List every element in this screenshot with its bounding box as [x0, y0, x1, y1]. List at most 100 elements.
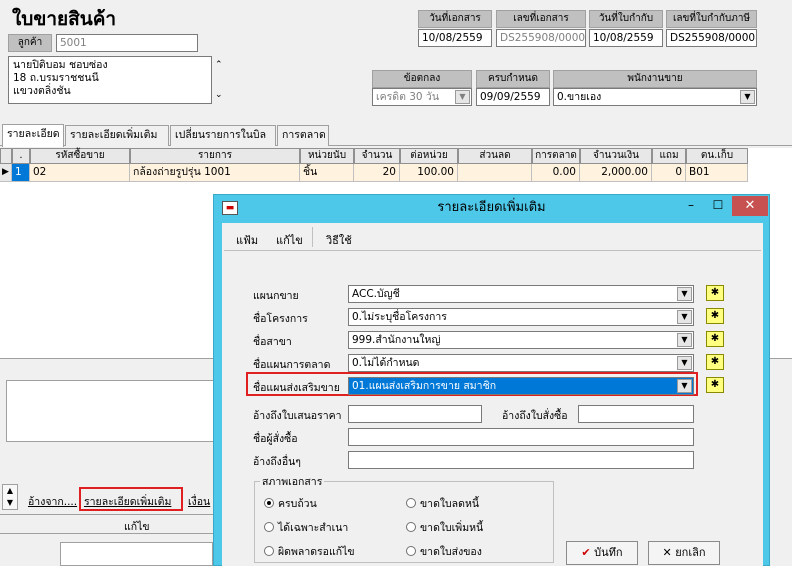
- customer-label: ลูกค้า: [8, 34, 52, 52]
- po-ref-field[interactable]: [578, 405, 694, 423]
- bottom-panel: [60, 542, 213, 566]
- minimize-icon[interactable]: –: [678, 197, 704, 215]
- project-select[interactable]: 0.ไม่ระบุชื่อโครงการ ▼: [348, 308, 694, 326]
- status-missing-credit-note-radio[interactable]: ขาดใบลดหนี้: [406, 495, 479, 512]
- lookup-icon[interactable]: ✱: [706, 331, 724, 347]
- status-missing-debit-note-radio[interactable]: ขาดใบเพิ่มหนี้: [406, 519, 483, 536]
- grid-cell-price[interactable]: 100.00: [400, 164, 458, 182]
- lookup-icon[interactable]: ✱: [706, 308, 724, 324]
- radio-dot: [264, 546, 274, 556]
- status-group-label: สภาพเอกสาร: [260, 473, 325, 490]
- salesman-select[interactable]: 0.ขายเอง ▼: [553, 88, 757, 106]
- address-box[interactable]: นายปิติบอม ชอบซ่อง 18 ถ.บรมราชชนนี แขวงต…: [8, 56, 212, 104]
- grid-header-amount: จำนวนเงิน: [580, 148, 652, 164]
- lookup-icon[interactable]: ✱: [706, 377, 724, 393]
- status-complete-radio[interactable]: ครบถ้วน: [264, 495, 317, 512]
- reference-link[interactable]: อ้างจาก....: [28, 493, 77, 510]
- tab-bar: รายละเอียด รายละเอียดเพิ่มเติม เปลี่ยนรา…: [0, 124, 792, 147]
- lookup-icon[interactable]: ✱: [706, 354, 724, 370]
- grid-header-item: รายการ: [130, 148, 300, 164]
- tax-invoice-field[interactable]: DS255908/00008: [666, 29, 757, 47]
- marketing-plan-select[interactable]: 0.ไม่ได้กำหนด ▼: [348, 354, 694, 372]
- radio-label: ได้เฉพาะสำเนา: [278, 522, 349, 534]
- save-button[interactable]: ✔ บันทึก: [566, 541, 638, 565]
- grid-cell-discount[interactable]: [458, 164, 532, 182]
- chevron-down-icon[interactable]: ▼: [677, 379, 692, 393]
- menu-file[interactable]: แฟ้ม: [236, 231, 258, 249]
- chevron-down-icon[interactable]: ▼: [455, 90, 470, 104]
- promotion-plan-select[interactable]: 01.แผนส่งเสริมการขาย สมาชิก ▼: [348, 377, 694, 395]
- grid-cell-unit[interactable]: ชิ้น: [300, 164, 354, 182]
- grid-header-free: แถม: [652, 148, 686, 164]
- conditions-link[interactable]: เงื่อน: [188, 493, 210, 510]
- grid-cell-free[interactable]: 0: [652, 164, 686, 182]
- salesman-value: 0.ขายเอง: [557, 91, 602, 103]
- radio-dot: [406, 498, 416, 508]
- chevron-down-icon[interactable]: ▼: [677, 287, 692, 301]
- radio-label: ครบถ้วน: [278, 498, 317, 510]
- grid-cell-location[interactable]: B01: [686, 164, 748, 182]
- tax-invoice-label: เลขที่ใบกำกับภาษี: [666, 10, 757, 28]
- customer-code-field[interactable]: 5001: [56, 34, 198, 52]
- doc-number-field[interactable]: DS255908/00008: [496, 29, 586, 47]
- edit-label: แก้ไข: [124, 521, 150, 533]
- chevron-down-icon[interactable]: ▼: [677, 310, 692, 324]
- grid-cell-qty[interactable]: 20: [354, 164, 400, 182]
- status-error-radio[interactable]: ผิดพลาดรอแก้ไข: [264, 543, 355, 560]
- grid-cell-code[interactable]: 02: [30, 164, 130, 182]
- quote-ref-field[interactable]: [348, 405, 482, 423]
- chevron-down-icon[interactable]: ▼: [677, 333, 692, 347]
- cancel-label: ยกเลิก: [675, 546, 706, 559]
- tab-details[interactable]: รายละเอียด: [2, 124, 64, 147]
- promotion-plan-value: 01.แผนส่งเสริมการขาย สมาชิก: [352, 380, 497, 392]
- chevron-down-icon[interactable]: ▼: [740, 90, 755, 104]
- status-copy-only-radio[interactable]: ได้เฉพาะสำเนา: [264, 519, 348, 536]
- lookup-icon[interactable]: ✱: [706, 285, 724, 301]
- due-label: ครบกำหนด: [476, 70, 550, 88]
- po-ref-label: อ้างถึงใบสั่งซื้อ: [502, 410, 568, 422]
- spin-button[interactable]: ▲ ▼: [2, 484, 18, 510]
- doc-date-field[interactable]: 10/08/2559: [418, 29, 492, 47]
- notes-box[interactable]: [6, 380, 226, 442]
- more-details-highlight: [79, 487, 183, 511]
- branch-select[interactable]: 999.สำนักงานใหญ่ ▼: [348, 331, 694, 349]
- radio-label: ขาดใบลดหนี้: [420, 498, 480, 510]
- grid-header-location: ตน.เก็บ: [686, 148, 748, 164]
- form-title: ใบขายสินค้า: [12, 8, 117, 30]
- grid-header-qty: จำนวน: [354, 148, 400, 164]
- project-label: ชื่อโครงการ: [253, 313, 308, 325]
- project-value: 0.ไม่ระบุชื่อโครงการ: [352, 311, 447, 323]
- cancel-button[interactable]: ✕ ยกเลิก: [648, 541, 720, 565]
- cross-icon: ✕: [662, 546, 672, 559]
- maximize-icon[interactable]: ☐: [705, 197, 731, 215]
- orderer-field[interactable]: [348, 428, 694, 446]
- orderer-label: ชื่อผู้สั่งซื้อ: [253, 433, 298, 445]
- terms-select[interactable]: เครดิต 30 วัน ▼: [372, 88, 472, 106]
- grid-cell-no[interactable]: 1: [12, 164, 30, 182]
- other-ref-label: อ้างถึงอื่นๆ: [253, 456, 301, 468]
- grid-cell-item[interactable]: กล้องถ่ายรูปรุ่น 1001: [130, 164, 300, 182]
- address-line: นายปิติบอม ชอบซ่อง: [13, 59, 108, 71]
- other-ref-field[interactable]: [348, 451, 694, 469]
- tab-marketing[interactable]: การตลาด: [277, 125, 329, 146]
- menu-edit[interactable]: แก้ไข: [276, 231, 303, 249]
- save-label: บันทึก: [594, 546, 623, 559]
- close-icon[interactable]: ✕: [732, 196, 768, 216]
- status-missing-delivery-radio[interactable]: ขาดใบส่งของ: [406, 543, 482, 560]
- chevron-down-icon[interactable]: ▼: [677, 356, 692, 370]
- tab-change-items[interactable]: เปลี่ยนรายการในบิล: [170, 125, 276, 146]
- quote-ref-label: อ้างถึงใบเสนอราคา: [253, 410, 342, 422]
- due-date-field[interactable]: 09/09/2559: [476, 88, 550, 106]
- grid-cell-marketing[interactable]: 0.00: [532, 164, 580, 182]
- grid-cell-amount[interactable]: 2,000.00: [580, 164, 652, 182]
- tab-more-details[interactable]: รายละเอียดเพิ่มเติม: [65, 125, 169, 146]
- menu-help[interactable]: วิธีใช้: [326, 231, 352, 249]
- grid-header-price: ต่อหน่วย: [400, 148, 458, 164]
- marketing-plan-value: 0.ไม่ได้กำหนด: [352, 357, 420, 369]
- scroll-up-icon[interactable]: ⌃: [215, 60, 223, 70]
- invoice-date-field[interactable]: 10/08/2559: [589, 29, 663, 47]
- radio-dot: [406, 522, 416, 532]
- scroll-down-icon[interactable]: ⌄: [215, 90, 223, 100]
- invoice-date-label: วันที่ใบกำกับ: [589, 10, 663, 28]
- sales-dept-select[interactable]: ACC.บัญชี ▼: [348, 285, 694, 303]
